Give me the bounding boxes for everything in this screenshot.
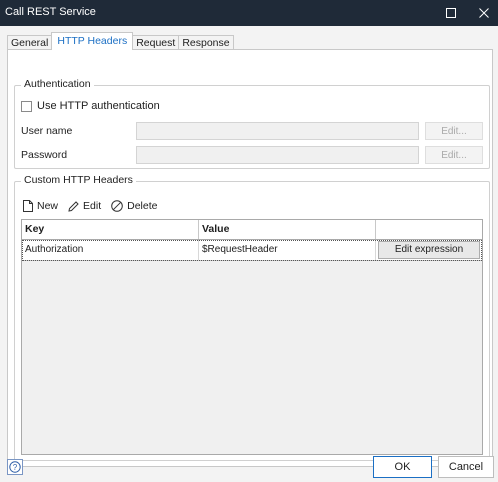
close-icon <box>479 8 489 18</box>
pencil-icon <box>68 200 79 212</box>
column-header-key[interactable]: Key <box>22 220 199 239</box>
username-edit-button: Edit... <box>425 122 483 140</box>
edit-button[interactable]: Edit <box>68 200 101 212</box>
help-icon: ? <box>9 461 21 473</box>
headers-toolbar: New Edit Delete <box>23 198 167 214</box>
delete-button[interactable]: Delete <box>111 200 157 212</box>
use-http-auth-row[interactable]: Use HTTP authentication <box>21 100 160 112</box>
tab-strip: General HTTP Headers Request Response <box>7 32 234 50</box>
dialog-body: General HTTP Headers Request Response Au… <box>0 26 498 482</box>
dialog-footer: ? OK Cancel <box>0 446 498 482</box>
svg-text:?: ? <box>13 463 18 472</box>
custom-headers-group: Custom HTTP Headers New Edit Delete Key <box>14 174 490 461</box>
use-http-auth-label: Use HTTP authentication <box>37 100 160 112</box>
new-document-icon <box>23 200 33 212</box>
headers-table: Key Value Authorization $RequestHeader E… <box>21 219 483 455</box>
ok-button[interactable]: OK <box>373 456 432 478</box>
authentication-group-title: Authentication <box>21 78 94 90</box>
edit-button-label: Edit <box>83 200 102 212</box>
maximize-icon <box>446 8 456 18</box>
delete-icon <box>111 200 123 212</box>
tab-request[interactable]: Request <box>132 35 180 50</box>
tab-panel-http-headers: Authentication Use HTTP authentication U… <box>7 49 493 467</box>
close-button[interactable] <box>473 3 495 23</box>
table-header: Key Value <box>22 220 482 240</box>
window-title: Call REST Service <box>5 6 96 18</box>
row-key-cell[interactable]: Authorization <box>22 239 199 261</box>
column-header-action <box>376 220 482 239</box>
use-http-auth-checkbox[interactable] <box>21 100 32 112</box>
edit-expression-button[interactable]: Edit expression <box>378 240 480 259</box>
tab-http-headers[interactable]: HTTP Headers <box>51 32 134 50</box>
column-header-value[interactable]: Value <box>199 220 376 239</box>
tab-response[interactable]: Response <box>178 35 234 50</box>
password-field <box>136 146 419 164</box>
username-label: User name <box>21 125 73 137</box>
row-value-cell[interactable]: $RequestHeader <box>199 239 376 261</box>
delete-button-label: Delete <box>127 200 158 212</box>
tab-general[interactable]: General <box>7 35 53 50</box>
table-row[interactable]: Authorization $RequestHeader Edit expres… <box>22 239 482 261</box>
authentication-group: Authentication Use HTTP authentication U… <box>14 78 490 169</box>
username-field <box>136 122 419 140</box>
custom-headers-group-title: Custom HTTP Headers <box>21 174 136 186</box>
password-edit-button: Edit... <box>425 146 483 164</box>
row-action-cell: Edit expression <box>376 240 482 261</box>
new-button[interactable]: New <box>23 200 58 212</box>
cancel-button[interactable]: Cancel <box>438 456 494 478</box>
password-label: Password <box>21 149 68 161</box>
help-button[interactable]: ? <box>7 459 23 475</box>
new-button-label: New <box>37 200 59 212</box>
title-bar: Call REST Service <box>0 0 498 26</box>
maximize-button[interactable] <box>440 3 462 23</box>
